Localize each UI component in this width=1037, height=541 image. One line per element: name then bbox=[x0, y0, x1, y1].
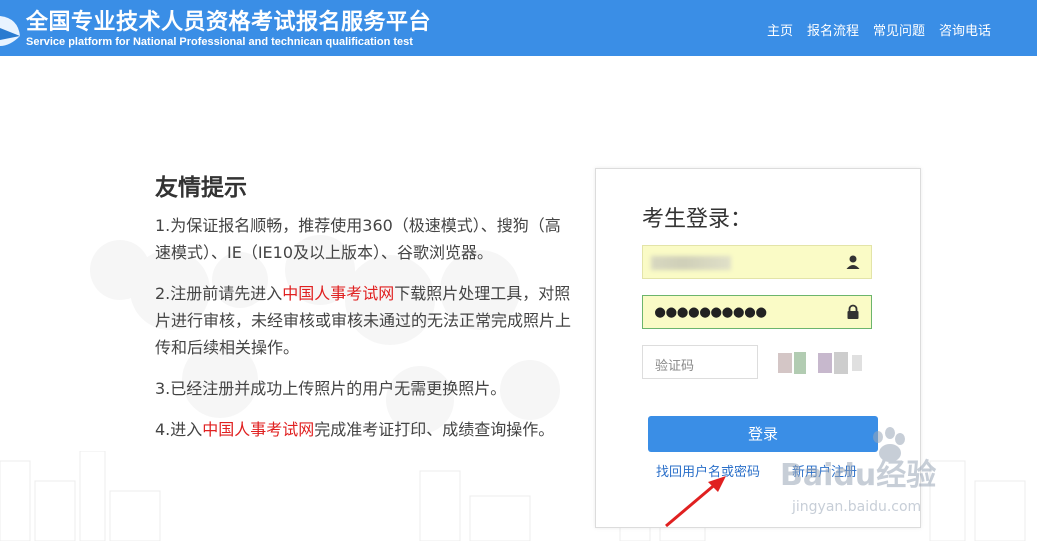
top-nav: 主页 报名流程 常见问题 咨询电话 bbox=[767, 20, 991, 39]
tip-item-4: 4.进入中国人事考试网完成准考证打印、成绩查询操作。 bbox=[155, 420, 555, 439]
password-mask: ●●●●●●●●●● bbox=[655, 302, 768, 322]
logo-icon bbox=[0, 16, 20, 46]
watermark-url: jingyan.baidu.com bbox=[791, 499, 921, 515]
baidu-jingyan-watermark: Baidu经验 jingyan.baidu.com bbox=[780, 427, 936, 515]
blurred-username bbox=[651, 256, 731, 270]
lock-icon bbox=[847, 304, 859, 319]
site-title: 全国专业技术人员资格考试报名服务平台 bbox=[26, 10, 432, 35]
cpta-link[interactable]: 中国人事考试网 bbox=[202, 420, 314, 439]
nav-process[interactable]: 报名流程 bbox=[807, 20, 859, 39]
tip-item-3: 3.已经注册并成功上传照片的用户无需更换照片。 bbox=[155, 379, 507, 398]
site-subtitle: Service platform for National Profession… bbox=[26, 36, 413, 48]
site-header: 全国专业技术人员资格考试报名服务平台 Service platform for … bbox=[0, 0, 1037, 56]
tip-item-2: 2.注册前请先进入中国人事考试网下载照片处理工具，对照片进行审核，未经审核或审核… bbox=[155, 284, 572, 357]
red-arrow bbox=[665, 476, 726, 528]
nav-home[interactable]: 主页 bbox=[767, 20, 793, 39]
username-input[interactable] bbox=[642, 245, 872, 279]
user-icon bbox=[846, 255, 860, 269]
nav-contact[interactable]: 咨询电话 bbox=[939, 20, 991, 39]
watermark-brand: Baidu经验 bbox=[780, 458, 936, 493]
nav-faq[interactable]: 常见问题 bbox=[873, 20, 925, 39]
password-input[interactable]: ●●●●●●●●●● bbox=[642, 295, 872, 329]
tip-item-1: 1.为保证报名顺畅，推荐使用360（极速模式）、搜狗（高速模式）、IE（IE10… bbox=[155, 216, 561, 262]
friendly-tips: 友情提示 1.为保证报名顺畅，推荐使用360（极速模式）、搜狗（高速模式）、IE… bbox=[155, 168, 575, 457]
login-title: 考生登录： bbox=[642, 207, 753, 232]
cpta-link[interactable]: 中国人事考试网 bbox=[282, 284, 394, 303]
captcha-image[interactable] bbox=[772, 349, 866, 383]
tips-heading: 友情提示 bbox=[155, 175, 247, 201]
captcha-input[interactable]: 验证码 bbox=[642, 345, 758, 379]
